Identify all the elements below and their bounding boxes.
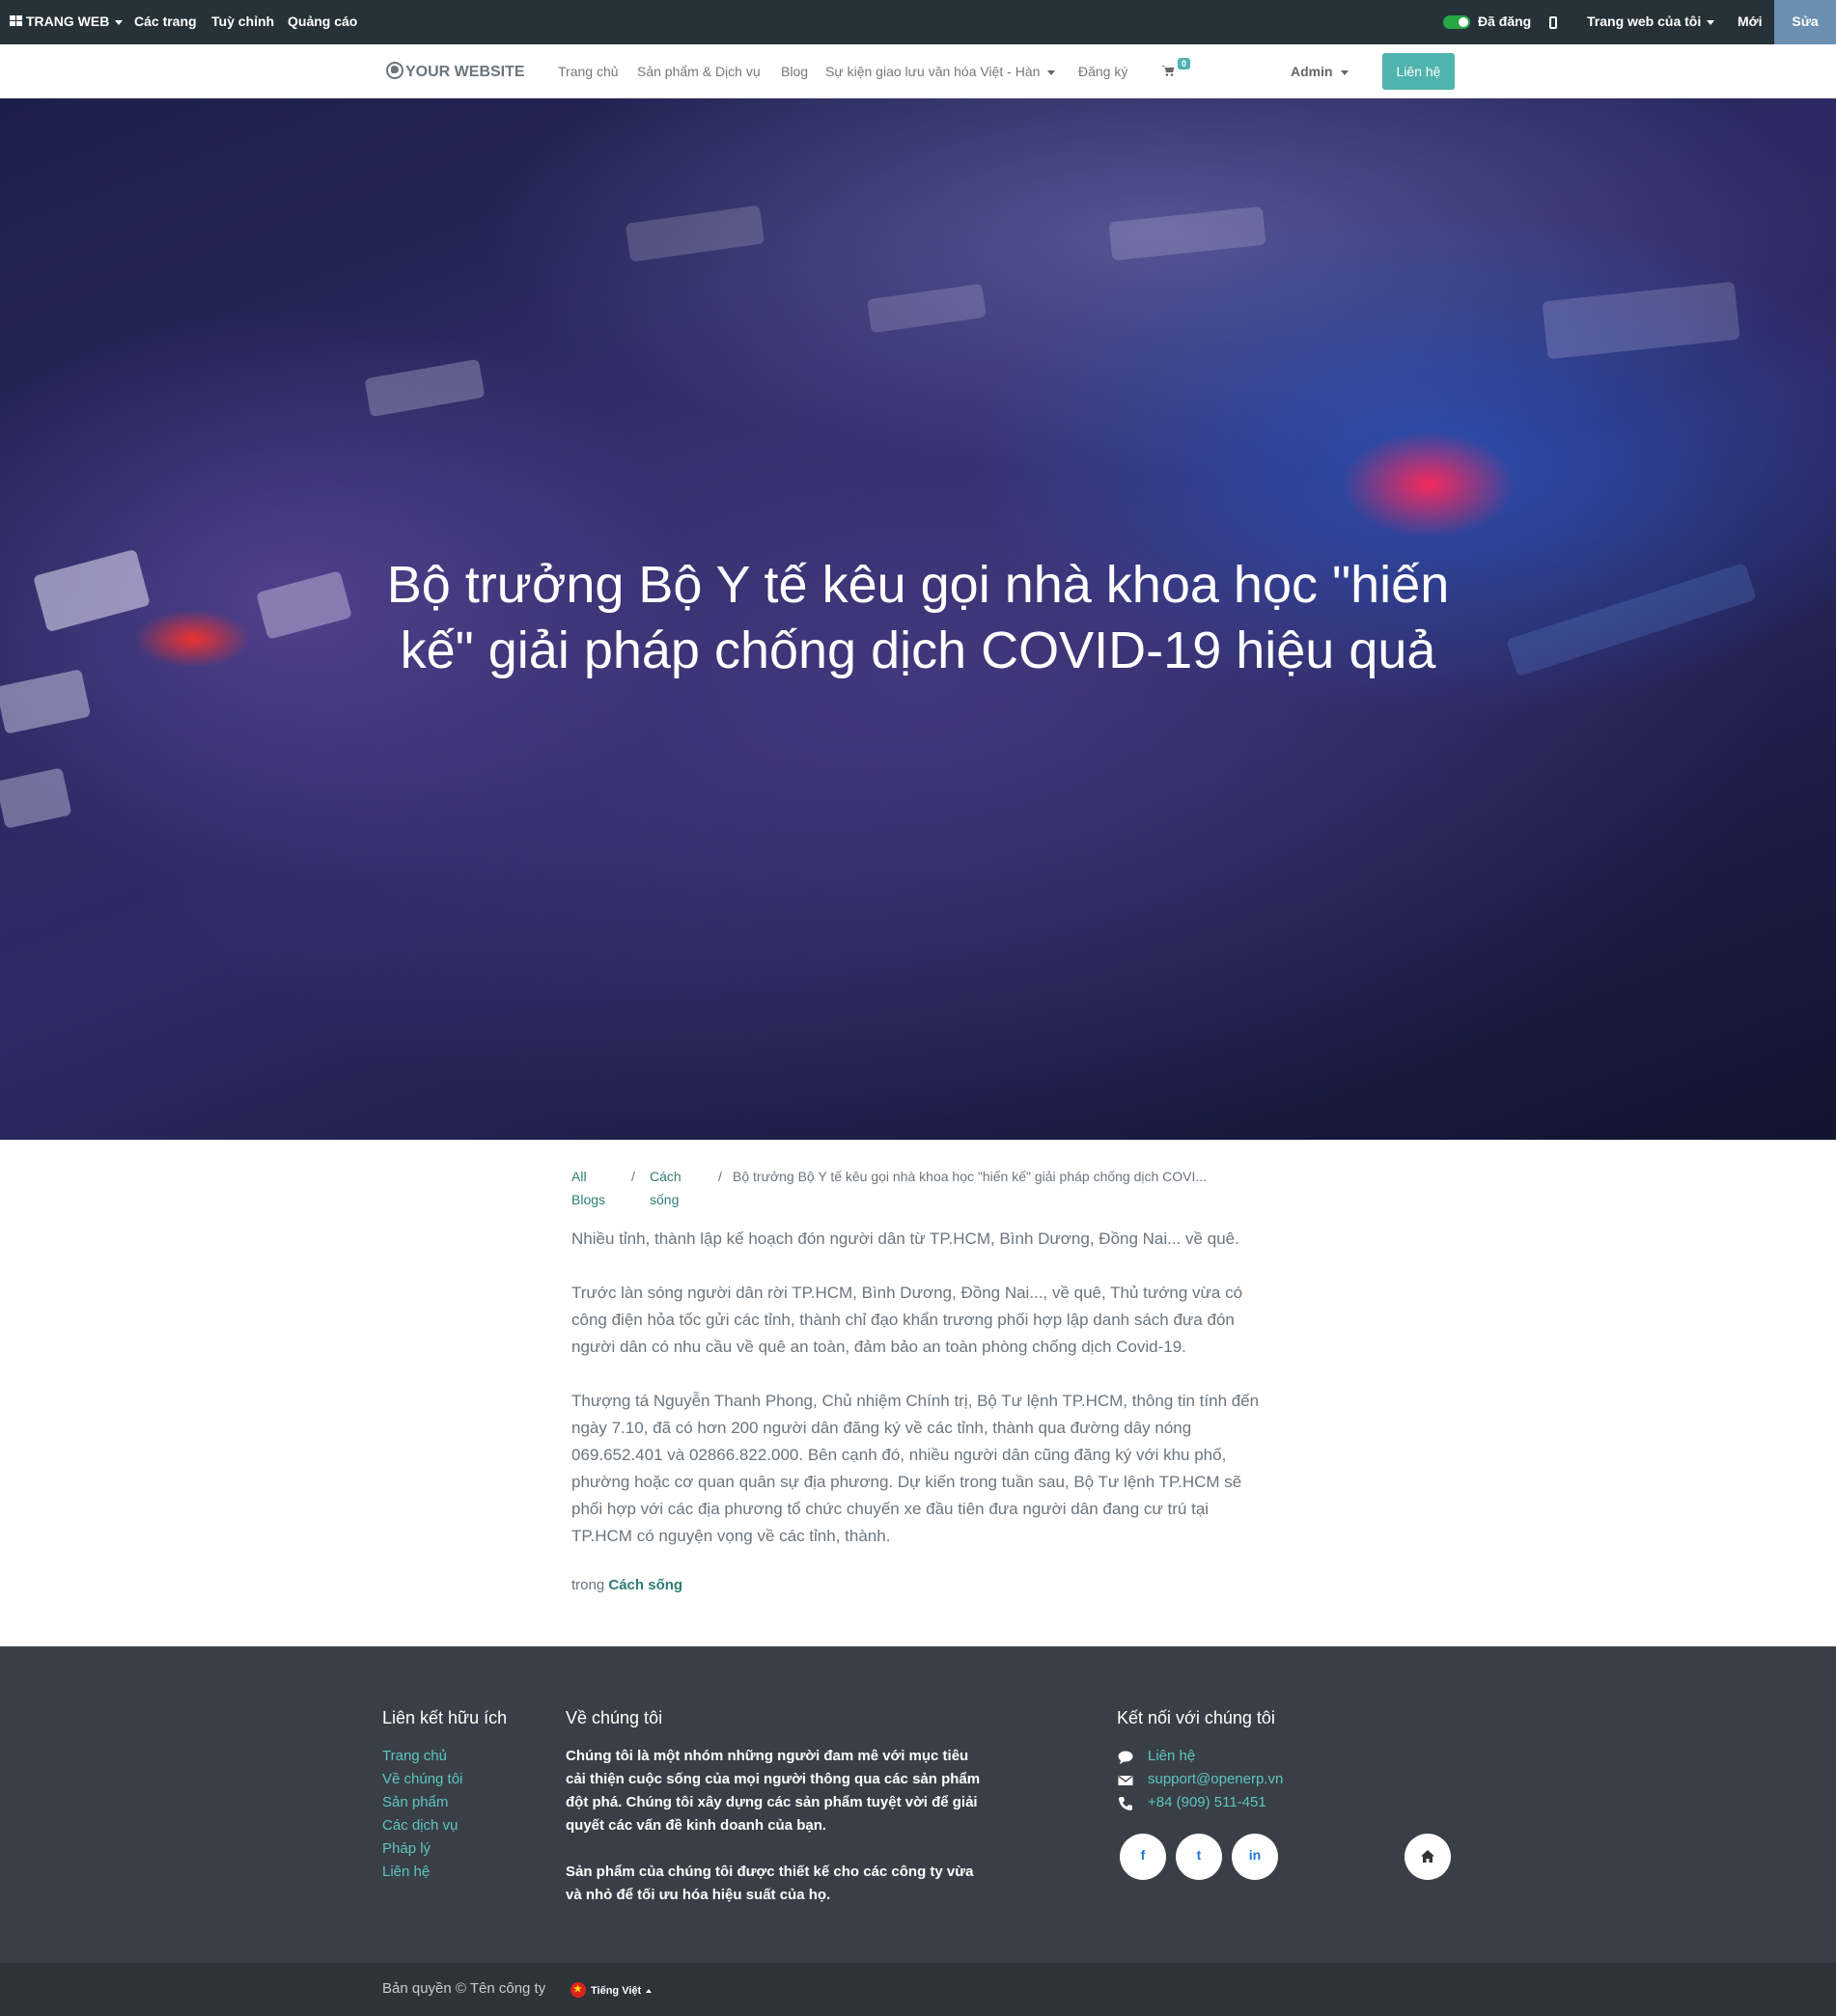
comment-icon	[1118, 1751, 1133, 1764]
post-category-link[interactable]: Cách sống	[608, 1577, 682, 1593]
footer-email-link[interactable]: support@openerp.vn	[1148, 1771, 1283, 1787]
new-button[interactable]: Mới	[1738, 0, 1763, 44]
globe-icon	[386, 62, 403, 79]
footer-link-services[interactable]: Các dịch vụ	[382, 1817, 458, 1834]
mobile-phone-icon	[1549, 15, 1557, 29]
post-category-line: trong Cách sống	[571, 1577, 682, 1593]
footer-contact-link[interactable]: Liên hệ	[1148, 1748, 1195, 1764]
copyright-text: Bản quyền © Tên công ty	[382, 1980, 546, 1997]
footer-link-contact[interactable]: Liên hệ	[382, 1864, 430, 1880]
footer-links-title: Liên kết hữu ích	[382, 1708, 508, 1727]
shopping-cart-icon[interactable]	[1161, 65, 1175, 76]
footer-connect-title: Kết nối với chúng tôi	[1117, 1708, 1275, 1727]
breadcrumb-category-line1: Cách	[650, 1169, 682, 1184]
footer-about-text: Chúng tôi là một nhóm những người đam mê…	[566, 1748, 981, 1834]
twitter-icon: t	[1196, 1847, 1202, 1863]
vietnam-flag-icon	[570, 1982, 586, 1998]
footer-link-home[interactable]: Trang chủ	[382, 1748, 447, 1764]
breadcrumb-all-blogs-line1: All	[571, 1169, 587, 1184]
footer-about-text: Sản phẩm của chúng tôi được thiết kế cho…	[566, 1864, 974, 1903]
facebook-icon: f	[1140, 1847, 1146, 1863]
breadcrumb-all-blogs[interactable]: All Blogs	[571, 1165, 605, 1211]
home-icon	[1421, 1850, 1434, 1863]
nav-blog[interactable]: Blog	[781, 64, 808, 79]
contact-button[interactable]: Liên hệ	[1382, 53, 1455, 90]
footer-link-products[interactable]: Sản phẩm	[382, 1794, 448, 1810]
breadcrumb-separator: /	[718, 1169, 722, 1184]
nav-events[interactable]: Sự kiện giao lưu văn hóa Việt - Hàn	[825, 64, 1056, 79]
customize-menu[interactable]: Tuỳ chỉnh	[211, 0, 274, 44]
nav-home[interactable]: Trang chủ	[558, 64, 619, 79]
nav-events-label: Sự kiện giao lưu văn hóa Việt - Hàn	[825, 64, 1041, 79]
my-website-menu[interactable]: Trang web của tôi	[1587, 0, 1715, 44]
post-title: Bộ trưởng Bộ Y tế kêu gọi nhà khoa học "…	[386, 556, 1450, 679]
edit-button[interactable]: Sửa	[1774, 0, 1836, 44]
published-label: Đã đăng	[1478, 14, 1532, 29]
breadcrumb-category[interactable]: Cách sống	[650, 1165, 682, 1211]
hero-cover: Bộ trưởng Bộ Y tế kêu gọi nhà khoa học "…	[0, 98, 1836, 1140]
facebook-button[interactable]: f	[1120, 1834, 1166, 1880]
nav-register[interactable]: Đăng ký	[1078, 64, 1127, 79]
linkedin-icon: in	[1248, 1847, 1262, 1863]
breadcrumb-separator: /	[631, 1169, 635, 1184]
my-website-label: Trang web của tôi	[1587, 14, 1702, 29]
published-toggle[interactable]: Đã đăng	[1443, 0, 1531, 44]
user-name: Admin	[1291, 64, 1333, 79]
main-navbar: YOUR WEBSITE Trang chủ Sản phẩm & Dịch v…	[0, 44, 1836, 98]
language-label: Tiếng Việt	[591, 1985, 642, 1997]
admin-bar: TRANG WEB Các trang Tuỳ chỉnh Quảng cáo …	[0, 0, 1836, 44]
envelope-icon	[1118, 1775, 1133, 1785]
brand-name: YOUR WEBSITE	[405, 64, 525, 80]
chevron-down-icon	[1707, 19, 1715, 25]
in-label: trong	[571, 1577, 605, 1593]
footer-phone-link[interactable]: +84 (909) 511-451	[1148, 1794, 1266, 1810]
footer-link-about[interactable]: Về chúng tôi	[382, 1771, 462, 1787]
breadcrumb-all-blogs-line2: Blogs	[571, 1192, 606, 1207]
promote-menu[interactable]: Quảng cáo	[288, 0, 357, 44]
chevron-up-icon	[646, 1989, 653, 1994]
article-paragraph: Thượng tá Nguyễn Thanh Phong, Chủ nhiệm …	[571, 1392, 1260, 1545]
nav-products-services[interactable]: Sản phẩm & Dịch vụ	[637, 64, 761, 79]
twitter-button[interactable]: t	[1176, 1834, 1222, 1880]
copyright-bar	[0, 1963, 1836, 2016]
breadcrumb-category-line2: sống	[650, 1192, 680, 1207]
breadcrumb-current: Bộ trưởng Bộ Y tế kêu gọi nhà khoa học "…	[733, 1169, 1208, 1184]
article-paragraph: Trước làn sóng người dân rời TP.HCM, Bìn…	[571, 1284, 1243, 1356]
website-menu-label: TRANG WEB	[26, 14, 110, 29]
article-paragraph: Nhiều tỉnh, thành lập kế hoạch đón người…	[571, 1229, 1239, 1248]
footer-about-title: Về chúng tôi	[566, 1708, 663, 1727]
home-button[interactable]	[1405, 1834, 1451, 1880]
language-selector[interactable]: Tiếng Việt	[570, 1982, 653, 1998]
pages-menu[interactable]: Các trang	[134, 0, 197, 44]
linkedin-button[interactable]: in	[1232, 1834, 1278, 1880]
footer-link-legal[interactable]: Pháp lý	[382, 1840, 431, 1857]
phone-icon	[1119, 1797, 1132, 1810]
user-menu[interactable]: Admin	[1291, 64, 1349, 79]
chevron-down-icon	[115, 19, 124, 25]
chevron-down-icon	[1047, 69, 1056, 75]
apps-grid-icon	[10, 15, 23, 27]
mobile-preview-button[interactable]	[1549, 0, 1557, 44]
cart-count-badge: 0	[1178, 58, 1191, 69]
toggle-switch-icon	[1443, 15, 1470, 30]
brand-logo[interactable]: YOUR WEBSITE	[386, 62, 525, 81]
website-menu[interactable]: TRANG WEB	[10, 0, 124, 44]
chevron-down-icon	[1340, 69, 1349, 75]
